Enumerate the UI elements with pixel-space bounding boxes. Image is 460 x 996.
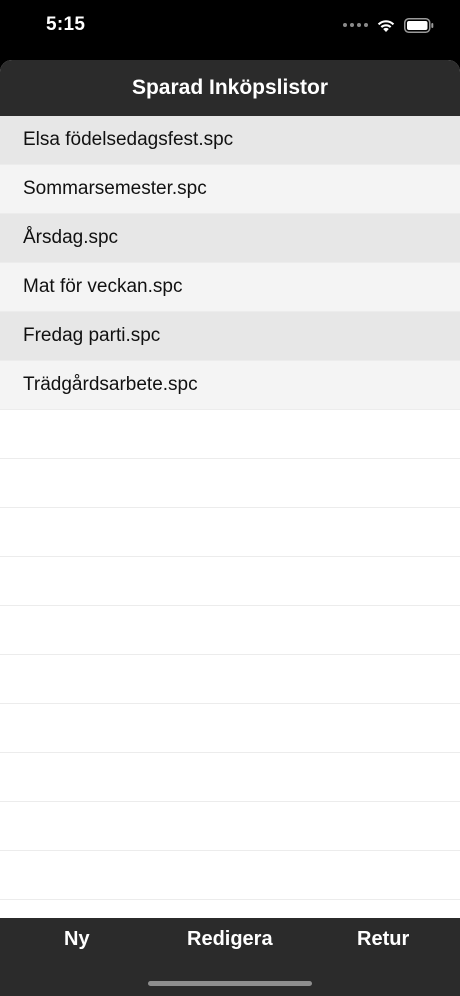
status-bar: 5:15 [0,0,460,56]
list-item-label: Elsa födelsedagsfest.spc [23,129,234,150]
list-item[interactable]: Fredag parti.spc [0,312,460,361]
saved-lists-sheet: Sparad Inköpslistor Elsa födelsedagsfest… [0,60,460,996]
new-button[interactable]: Ny [64,928,90,951]
list-item[interactable]: Mat för veckan.spc [0,263,460,312]
signal-icon [343,23,368,27]
bottom-toolbar: Ny Redigera Retur [0,918,460,996]
empty-row [0,802,460,851]
status-time: 5:15 [46,14,86,35]
page-title: Sparad Inköpslistor [131,76,329,99]
nav-bar: Sparad Inköpslistor [0,60,460,116]
list-item[interactable]: Sommarsemester.spc [0,165,460,214]
empty-row [0,508,460,557]
list-item[interactable]: Årsdag.spc [0,214,460,263]
list-item-label: Årsdag.spc [23,227,119,248]
empty-row [0,606,460,655]
list-item-label: Fredag parti.spc [23,325,161,346]
empty-row [0,704,460,753]
home-indicator[interactable] [148,981,312,986]
wifi-icon [376,18,396,33]
list-item[interactable]: Trädgårdsarbete.spc [0,361,460,410]
saved-lists-table[interactable]: Elsa födelsedagsfest.spc Sommarsemester.… [0,116,460,949]
empty-row [0,655,460,704]
list-item-label: Trädgårdsarbete.spc [23,374,198,395]
screen: 5:15 Sparad Inköpslistor Elsa födelsedag… [0,0,460,996]
edit-button[interactable]: Redigera [187,928,273,951]
empty-row [0,459,460,508]
empty-row [0,753,460,802]
battery-icon [404,17,434,33]
list-item-label: Mat för veckan.spc [23,276,183,297]
list-item[interactable]: Elsa födelsedagsfest.spc [0,116,460,165]
status-icons [343,14,434,36]
return-button[interactable]: Retur [357,928,409,951]
empty-row [0,557,460,606]
empty-row [0,410,460,459]
empty-row [0,851,460,900]
list-item-label: Sommarsemester.spc [23,178,207,199]
